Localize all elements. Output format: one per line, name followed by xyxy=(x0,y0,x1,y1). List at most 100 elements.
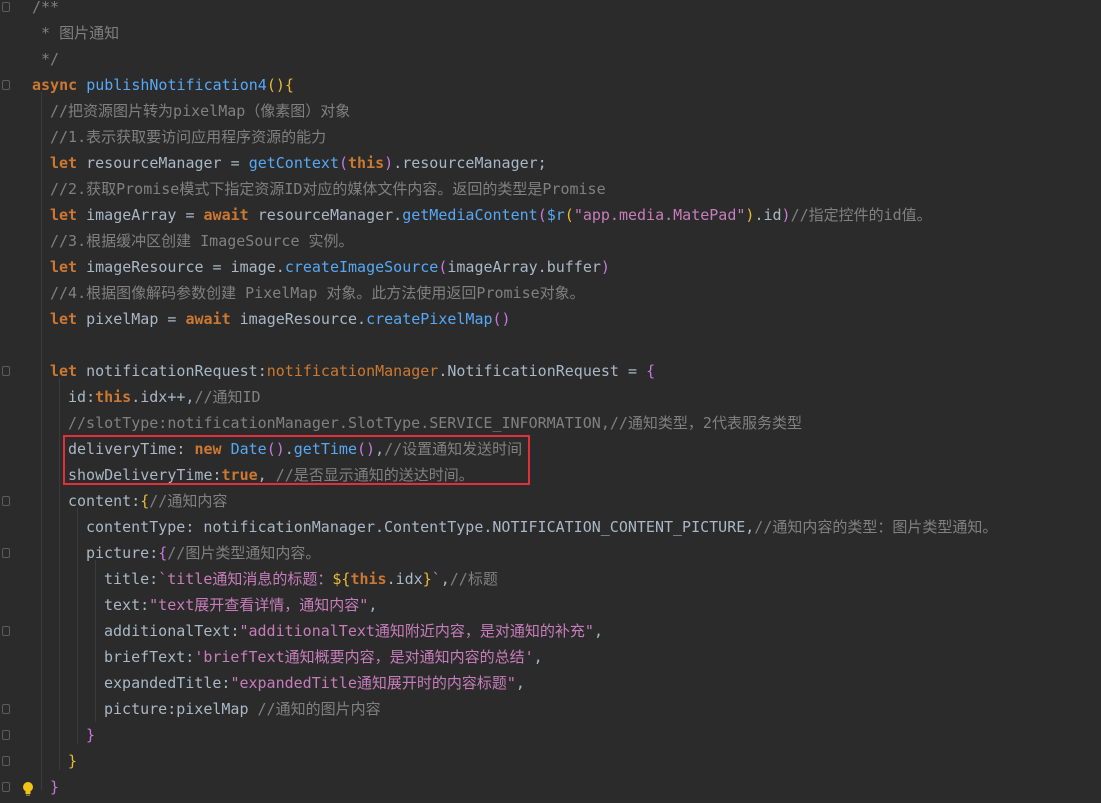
code-token: imageArray = xyxy=(86,206,204,224)
code-token: notificationManager xyxy=(266,362,439,380)
code-token: let xyxy=(50,310,87,328)
code-line[interactable]: */ xyxy=(32,46,59,72)
fold-marker-icon[interactable] xyxy=(2,626,10,636)
code-token: { xyxy=(140,492,150,510)
code-line[interactable]: picture:pixelMap //通知的图片内容 xyxy=(104,696,381,722)
code-token: contentType xyxy=(86,518,186,536)
code-line[interactable]: let resourceManager = getContext(this).r… xyxy=(50,150,547,176)
code-line[interactable]: title:`title通知消息的标题：${this.idx}`,//标题 xyxy=(104,566,498,592)
code-token: $r xyxy=(546,206,565,224)
code-line[interactable]: contentType: notificationManager.Content… xyxy=(86,514,997,540)
code-token: //slotType:notificationManager.SlotType.… xyxy=(68,414,802,432)
code-token: showDeliveryTime xyxy=(68,466,213,484)
code-token: ) xyxy=(600,258,610,276)
code-line[interactable]: briefText:'briefText通知概要内容，是对通知内容的总结', xyxy=(104,644,543,670)
code-token: "app.media.MatePad" xyxy=(573,206,746,224)
code-token: :pixelMap xyxy=(167,700,258,718)
code-token: this xyxy=(348,154,385,172)
code-line[interactable]: picture:{//图片类型通知内容。 xyxy=(86,540,320,566)
fold-marker-icon[interactable] xyxy=(2,782,10,792)
code-line[interactable]: //3.根据缓冲区创建 ImageSource 实例。 xyxy=(50,228,354,254)
code-token: new xyxy=(194,440,231,458)
code-token: true xyxy=(221,466,258,484)
code-token: //通知内容的类型：图片类型通知。 xyxy=(754,518,998,536)
code-line[interactable]: let imageArray = await resourceManager.g… xyxy=(50,202,932,228)
code-line[interactable]: //2.获取Promise模式下指定资源ID对应的媒体文件内容。返回的类型是Pr… xyxy=(50,176,606,202)
code-line[interactable]: } xyxy=(50,774,59,800)
code-token: () xyxy=(266,440,285,458)
code-line[interactable]: additionalText:"additionalText通知附近内容，是对通… xyxy=(104,618,603,644)
code-line[interactable]: deliveryTime: new Date().getTime(),//设置通… xyxy=(68,436,522,462)
fold-marker-icon[interactable] xyxy=(2,80,10,90)
code-editor[interactable]: /** * 图片通知 */ async publishNotification4(… xyxy=(0,0,1101,803)
code-token: //3.根据缓冲区创建 ImageSource 实例。 xyxy=(50,232,354,250)
code-token: getMediaContent xyxy=(402,206,538,224)
code-token: getContext xyxy=(248,154,339,172)
fold-marker-icon[interactable] xyxy=(2,548,10,558)
code-token: //是否显示通知的送达时间。 xyxy=(275,466,474,484)
code-token: createPixelMap xyxy=(366,310,493,328)
code-token: resourceManager. xyxy=(257,206,403,224)
code-token: let xyxy=(50,258,87,276)
code-token: "text展开查看详情，通知内容" xyxy=(149,596,369,614)
code-token: text xyxy=(104,596,141,614)
code-token: pixelMap = xyxy=(86,310,186,328)
code-token: //通知内容 xyxy=(149,492,228,510)
code-line[interactable]: showDeliveryTime:true, //是否显示通知的送达时间。 xyxy=(68,462,474,488)
code-token: ` xyxy=(431,570,441,588)
editor-gutter xyxy=(0,0,16,803)
fold-marker-icon[interactable] xyxy=(2,730,10,740)
fold-marker-icon[interactable] xyxy=(2,496,10,506)
code-token: .id xyxy=(754,206,782,224)
code-token: title xyxy=(104,570,150,588)
code-token: "expandedTitle通知展开时的内容标题" xyxy=(230,674,516,692)
code-token: publishNotification4 xyxy=(86,76,267,94)
code-token: , xyxy=(368,596,378,614)
fold-marker-icon[interactable] xyxy=(2,756,10,766)
code-line[interactable]: //把资源图片转为pixelMap（像素图）对象 xyxy=(50,98,350,124)
code-token: picture xyxy=(104,700,168,718)
code-token: let xyxy=(50,154,87,172)
code-line[interactable]: //4.根据图像解码参数创建 PixelMap 对象。此方法使用返回Promis… xyxy=(50,280,585,306)
code-token: .resourceManager; xyxy=(393,154,547,172)
code-token: //4.根据图像解码参数创建 PixelMap 对象。此方法使用返回Promis… xyxy=(50,284,585,302)
code-line[interactable]: /** xyxy=(32,0,59,20)
code-token: , xyxy=(515,674,525,692)
fold-marker-icon[interactable] xyxy=(2,2,10,12)
code-line[interactable]: //1.表示获取要访问应用程序资源的能力 xyxy=(50,124,326,150)
code-line[interactable]: let pixelMap = await imageResource.creat… xyxy=(50,306,511,332)
code-line[interactable]: id:this.idx++,//通知ID xyxy=(68,384,261,410)
code-line[interactable]: let notificationRequest:notificationMana… xyxy=(50,358,655,384)
code-token: await xyxy=(203,206,258,224)
code-token: , xyxy=(440,570,450,588)
code-line[interactable]: * 图片通知 xyxy=(32,20,119,46)
fold-marker-icon[interactable] xyxy=(2,704,10,714)
code-line[interactable]: async publishNotification4(){ xyxy=(32,72,294,98)
code-token: this xyxy=(95,388,132,406)
code-token: //通知ID xyxy=(194,388,261,406)
code-line[interactable]: content:{//通知内容 xyxy=(68,488,227,514)
code-line[interactable]: } xyxy=(68,748,77,774)
code-line[interactable]: text:"text展开查看详情，通知内容", xyxy=(104,592,377,618)
code-token: } xyxy=(86,726,96,744)
code-token: await xyxy=(185,310,240,328)
code-token: //设置通知发送时间 xyxy=(384,440,523,458)
code-token: ( xyxy=(339,154,349,172)
code-token: { xyxy=(646,362,656,380)
code-token: , xyxy=(375,440,385,458)
code-token: { xyxy=(158,544,168,562)
code-line[interactable]: } xyxy=(86,722,95,748)
code-line[interactable]: let imageResource = image.createImageSou… xyxy=(50,254,610,280)
code-token: resourceManager = xyxy=(86,154,249,172)
code-token: notificationRequest xyxy=(86,362,258,380)
code-token: getTime xyxy=(293,440,357,458)
code-token: deliveryTime xyxy=(68,440,177,458)
code-token: .idx xyxy=(386,570,423,588)
code-line[interactable]: //slotType:notificationManager.SlotType.… xyxy=(68,410,802,436)
lightbulb-icon[interactable] xyxy=(21,781,35,797)
fold-marker-icon[interactable] xyxy=(2,366,10,376)
code-token: //指定控件的id值。 xyxy=(790,206,932,224)
code-token: //通知的图片内容 xyxy=(257,700,381,718)
code-token: ( xyxy=(537,206,547,224)
code-line[interactable]: expandedTitle:"expandedTitle通知展开时的内容标题", xyxy=(104,670,525,696)
